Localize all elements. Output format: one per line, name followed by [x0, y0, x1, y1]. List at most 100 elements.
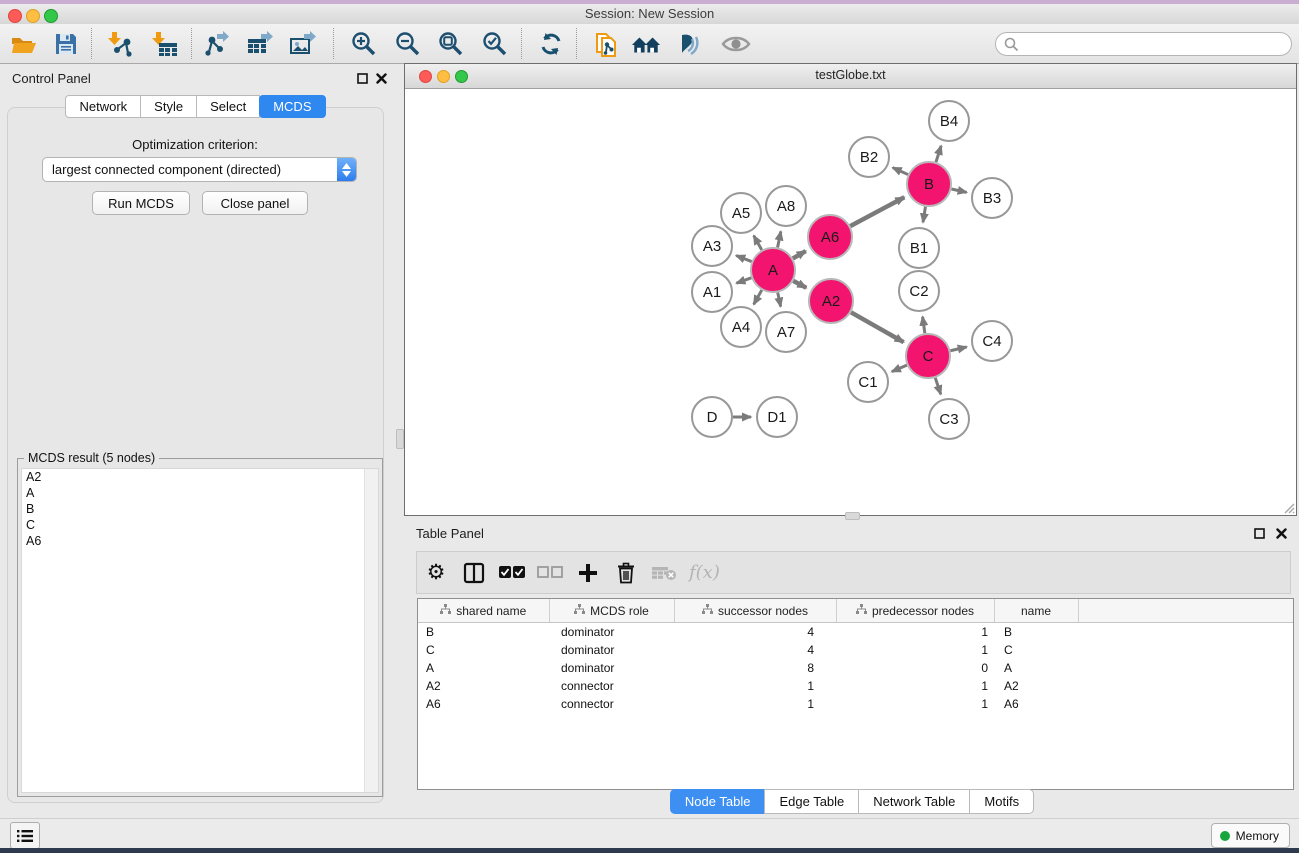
graph-edge-A-A5[interactable] — [754, 236, 762, 250]
zoom-selected-icon[interactable] — [480, 29, 510, 59]
export-image-icon[interactable] — [288, 29, 318, 59]
graph-edge-B-B1[interactable] — [923, 207, 925, 223]
graph-edge-C-C4[interactable] — [950, 347, 966, 351]
home-icon[interactable] — [631, 29, 661, 59]
criterion-select[interactable]: largest connected component (directed) — [42, 157, 357, 182]
float-panel-icon[interactable] — [1253, 527, 1266, 540]
save-session-icon[interactable] — [51, 29, 81, 59]
tab-select[interactable]: Select — [196, 95, 260, 118]
close-panel-icon[interactable] — [375, 72, 388, 85]
table-row[interactable]: Bdominator41B — [418, 623, 1293, 642]
table-cell[interactable]: B — [418, 623, 549, 642]
graph-edge-C-C2[interactable] — [923, 317, 925, 333]
mcds-result-item[interactable]: A — [22, 485, 378, 501]
table-cell[interactable]: dominator — [549, 623, 674, 642]
eye-icon[interactable] — [721, 29, 751, 59]
mcds-result-item[interactable]: A2 — [22, 469, 378, 485]
table-cell[interactable]: 4 — [674, 623, 836, 642]
graph-node-A2[interactable]: A2 — [809, 279, 853, 323]
table-row[interactable]: Cdominator41C — [418, 641, 1293, 659]
close-panel-icon[interactable] — [1275, 527, 1288, 540]
select-all-columns-icon[interactable] — [493, 556, 531, 590]
run-mcds-button[interactable]: Run MCDS — [92, 191, 190, 215]
delete-columns-icon[interactable] — [607, 556, 645, 590]
minimize-traffic-light[interactable] — [26, 9, 40, 23]
graph-node-D1[interactable]: D1 — [757, 397, 797, 437]
refresh-icon[interactable] — [536, 29, 566, 59]
table-cell[interactable]: C — [418, 641, 549, 659]
tab-edge-table[interactable]: Edge Table — [764, 789, 859, 814]
table-options-icon[interactable]: ⚙ — [417, 556, 455, 590]
memory-button[interactable]: Memory — [1211, 823, 1290, 848]
close-traffic-light[interactable] — [8, 9, 22, 23]
graph-node-A7[interactable]: A7 — [766, 312, 806, 352]
tab-network-table[interactable]: Network Table — [858, 789, 970, 814]
graph-node-A8[interactable]: A8 — [766, 186, 806, 226]
graph-node-B2[interactable]: B2 — [849, 137, 889, 177]
table-cell[interactable]: 0 — [836, 659, 994, 677]
network-canvas[interactable]: B4B2BB3A8A5A6A3B1AA1C2A2A4A7C4CC1C3DD1 — [405, 88, 1296, 515]
table-cell[interactable]: A6 — [994, 695, 1078, 713]
import-table-icon[interactable] — [149, 29, 179, 59]
table-cell[interactable]: A6 — [418, 695, 549, 713]
table-row[interactable]: Adominator80A — [418, 659, 1293, 677]
table-cell[interactable]: 1 — [836, 695, 994, 713]
graph-node-A3[interactable]: A3 — [692, 226, 732, 266]
graph-node-A6[interactable]: A6 — [808, 215, 852, 259]
graph-node-A5[interactable]: A5 — [721, 193, 761, 233]
function-builder-icon[interactable]: f(x) — [689, 562, 720, 583]
column-header-predecessor-nodes[interactable]: predecessor nodes — [836, 599, 994, 623]
table-cell[interactable]: dominator — [549, 641, 674, 659]
graph-node-B4[interactable]: B4 — [929, 101, 969, 141]
graph-edge-B-B2[interactable] — [893, 168, 908, 175]
graph-edge-A2-C[interactable] — [851, 312, 904, 342]
graph-node-C1[interactable]: C1 — [848, 362, 888, 402]
horizontal-splitter-handle[interactable] — [845, 512, 860, 520]
tab-network[interactable]: Network — [65, 95, 141, 118]
zoom-in-icon[interactable] — [349, 29, 379, 59]
close-traffic-light[interactable] — [419, 70, 432, 83]
graph-edge-A-A2[interactable] — [793, 281, 806, 288]
vertical-splitter-handle[interactable] — [396, 429, 404, 449]
graph-edge-A-A4[interactable] — [754, 290, 762, 304]
graph-edge-C-C1[interactable] — [892, 365, 907, 372]
graph-node-B1[interactable]: B1 — [899, 228, 939, 268]
mcds-result-item[interactable]: B — [22, 501, 378, 517]
table-cell[interactable]: 1 — [836, 641, 994, 659]
table-cell[interactable]: A — [994, 659, 1078, 677]
delete-table-icon[interactable] — [645, 556, 683, 590]
graph-edge-A-A1[interactable] — [736, 278, 751, 283]
mcds-result-item[interactable]: A6 — [22, 533, 378, 549]
table-cell[interactable]: connector — [549, 677, 674, 695]
zoom-traffic-light[interactable] — [455, 70, 468, 83]
table-cell[interactable]: 1 — [674, 677, 836, 695]
open-session-icon[interactable] — [9, 29, 39, 59]
graph-edge-C-C3[interactable] — [935, 378, 941, 395]
tab-motifs[interactable]: Motifs — [969, 789, 1034, 814]
minimize-traffic-light[interactable] — [437, 70, 450, 83]
task-history-button[interactable] — [10, 822, 40, 849]
graph-node-A[interactable]: A — [751, 248, 795, 292]
table-cell[interactable]: 4 — [674, 641, 836, 659]
table-cell[interactable]: dominator — [549, 659, 674, 677]
export-table-icon[interactable] — [245, 29, 275, 59]
column-header-MCDS-role[interactable]: MCDS role — [549, 599, 674, 623]
add-column-icon[interactable] — [569, 556, 607, 590]
search-input[interactable] — [1019, 34, 1283, 54]
graph-edge-A-A8[interactable] — [778, 231, 781, 247]
table-row[interactable]: A6connector11A6 — [418, 695, 1293, 713]
float-panel-icon[interactable] — [356, 72, 369, 85]
import-network-icon[interactable] — [105, 29, 135, 59]
graph-node-C2[interactable]: C2 — [899, 271, 939, 311]
close-panel-button[interactable]: Close panel — [202, 191, 308, 215]
column-browser-icon[interactable] — [455, 556, 493, 590]
graph-node-A1[interactable]: A1 — [692, 272, 732, 312]
duplicate-network-icon[interactable] — [592, 29, 622, 59]
table-cell[interactable]: A — [418, 659, 549, 677]
graph-node-C[interactable]: C — [906, 334, 950, 378]
table-cell[interactable]: B — [994, 623, 1078, 642]
graph-edge-A6-B[interactable] — [850, 197, 904, 226]
table-cell[interactable]: connector — [549, 695, 674, 713]
graph-edge-B-B4[interactable] — [936, 146, 941, 162]
graph-node-B[interactable]: B — [907, 162, 951, 206]
